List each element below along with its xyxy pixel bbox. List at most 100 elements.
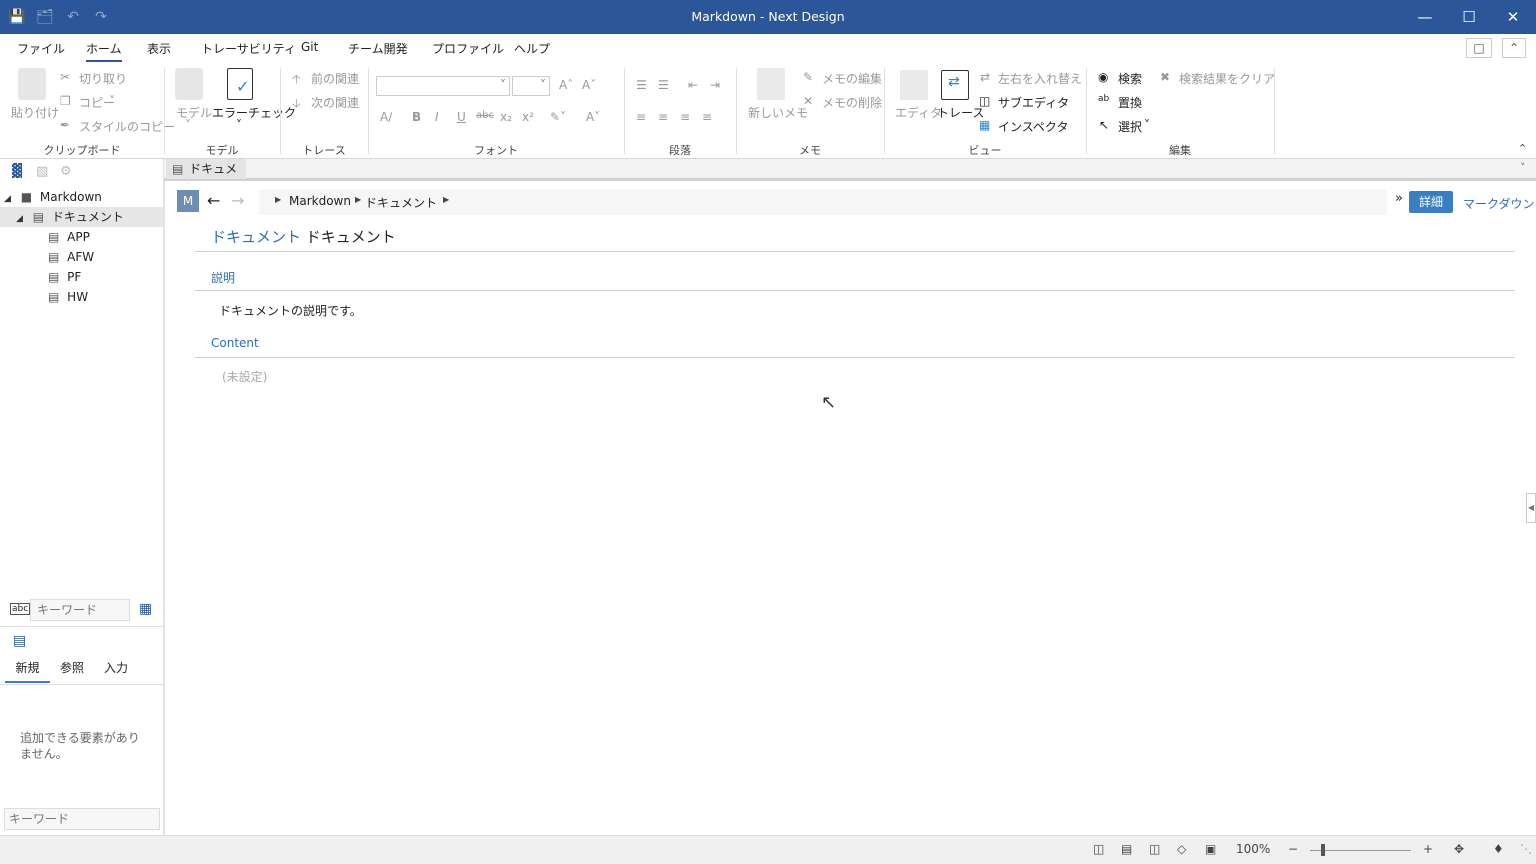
align-left-icon[interactable]: ≡ <box>636 110 646 124</box>
tree-node-app[interactable]: ▤ APP <box>0 227 164 247</box>
content-value[interactable]: (未設定) <box>222 368 267 385</box>
layout-vertical-icon[interactable]: ◫ <box>1149 842 1160 856</box>
font-color-icon[interactable]: A˅ <box>586 110 600 124</box>
menu-profile[interactable]: プロファイル <box>432 40 504 57</box>
next-relation-button[interactable]: 次の関連 <box>311 94 359 111</box>
italic-icon[interactable]: I <box>435 110 439 124</box>
align-center-icon[interactable]: ≡ <box>658 110 668 124</box>
prev-relation-button[interactable]: 前の関連 <box>311 70 359 87</box>
zoom-in-icon[interactable]: + <box>1423 842 1433 856</box>
subscript-icon[interactable]: x₂ <box>500 110 512 124</box>
close-button[interactable]: ✕ <box>1490 0 1536 34</box>
underline-icon[interactable]: U <box>457 110 466 124</box>
fit-screen-icon[interactable]: ✥ <box>1454 842 1464 856</box>
select-button[interactable]: 選択 <box>1118 118 1142 135</box>
maximize-button[interactable]: ☐ <box>1446 0 1492 34</box>
cut-button[interactable]: 切り取り <box>79 70 127 87</box>
tree-node-root[interactable]: ◢ ■ Markdown <box>0 187 164 207</box>
comment-icon[interactable]: □ <box>1466 38 1492 58</box>
zoom-slider[interactable] <box>1310 850 1411 851</box>
collapse-ribbon-icon[interactable]: ⌃ <box>1502 38 1526 58</box>
superscript-icon[interactable]: x² <box>522 110 534 124</box>
chevron-down-icon[interactable]: ˅ <box>185 118 191 132</box>
collapse-right-icon[interactable]: ◀ <box>1526 493 1536 523</box>
swap-button[interactable]: 左右を入れ替え <box>998 70 1082 87</box>
chevron-up-icon[interactable]: ⌃ <box>1518 142 1527 155</box>
bullet-list-icon[interactable]: ☰ <box>636 78 647 92</box>
tree-keyword-input[interactable] <box>30 599 130 621</box>
tree-node-afw[interactable]: ▤ AFW <box>0 247 164 267</box>
chevron-down-icon[interactable]: ˅ <box>236 118 242 132</box>
grow-font-icon[interactable]: Aˆ <box>559 78 573 92</box>
layout-horizontal-icon[interactable]: ▤ <box>1121 842 1132 856</box>
justify-icon[interactable]: ≡ <box>702 110 712 124</box>
delete-memo-button[interactable]: メモの削除 <box>822 94 882 111</box>
align-right-icon[interactable]: ≡ <box>680 110 690 124</box>
menu-team[interactable]: チーム開発 <box>348 40 408 57</box>
subeditor-button[interactable]: サブエディタ <box>998 94 1069 111</box>
subeditor-icon: ◫ <box>979 94 991 108</box>
tab-document[interactable]: ▤ ドキュメント <box>166 159 246 196</box>
layout-single-icon[interactable]: ◫ <box>1093 842 1104 856</box>
menu-home[interactable]: ホーム <box>86 40 122 62</box>
markdown-link[interactable]: マークダウン <box>1463 195 1535 212</box>
menu-view[interactable]: 表示 <box>147 40 171 57</box>
filter-options-icon[interactable]: ▦ <box>139 601 152 617</box>
font-family-select[interactable]: ˅ <box>376 76 510 96</box>
breadcrumb-item-document[interactable]: ドキュメント <box>365 194 437 211</box>
back-icon[interactable]: ← <box>207 191 220 210</box>
expand-icon[interactable]: ◢ <box>4 194 11 204</box>
clear-results-button[interactable]: 検索結果をクリア <box>1179 70 1275 87</box>
minimize-button[interactable]: — <box>1402 0 1448 34</box>
notification-bell-icon[interactable]: ♦ <box>1493 842 1504 856</box>
fit-icon[interactable]: ▣ <box>1205 842 1216 856</box>
outdent-icon[interactable]: ⇤ <box>688 78 698 92</box>
settings-icon[interactable]: ⚙ <box>60 164 72 179</box>
paste-model-icon[interactable]: ▧ <box>36 164 48 179</box>
tree-node-pf[interactable]: ▤ PF <box>0 267 164 287</box>
chevron-down-icon[interactable]: ˅ <box>1144 118 1150 132</box>
model-button[interactable]: モデル <box>176 104 212 121</box>
bold-icon[interactable]: B <box>412 110 421 124</box>
overflow-icon[interactable]: » <box>1395 191 1403 206</box>
page-title: ドキュメント ドキュメント <box>211 226 396 247</box>
replace-button[interactable]: 置換 <box>1118 94 1142 111</box>
shrink-font-icon[interactable]: Aˇ <box>582 78 596 92</box>
tab-reference[interactable]: 参照 <box>60 659 84 676</box>
menu-git[interactable]: Git <box>301 40 318 54</box>
expand-icon[interactable]: ◢ <box>16 214 23 224</box>
editor-button[interactable]: エディタ <box>895 104 942 121</box>
breadcrumb-item-markdown[interactable]: Markdown <box>289 194 351 208</box>
menu-file[interactable]: ファイル <box>17 40 65 57</box>
menu-help[interactable]: ヘルプ <box>514 40 550 57</box>
menu-traceability[interactable]: トレーサビリティ <box>201 40 296 57</box>
clear-format-icon[interactable]: A∕ <box>380 110 392 124</box>
tab-new[interactable]: 新規 <box>5 659 50 683</box>
indent-icon[interactable]: ⇥ <box>710 78 720 92</box>
chevron-down-icon[interactable]: ˅ <box>1520 161 1526 174</box>
font-size-select[interactable]: ˅ <box>512 76 550 96</box>
error-check-button[interactable]: エラーチェック <box>212 104 296 121</box>
model-tree-icon[interactable]: ▓ <box>12 164 22 179</box>
search-button[interactable]: 検索 <box>1118 70 1142 87</box>
tree-node-document[interactable]: ◢ ▤ ドキュメント <box>0 207 164 227</box>
trace-view-button[interactable]: トレース <box>937 104 984 121</box>
copy-style-button[interactable]: スタイルのコピー <box>79 118 175 135</box>
forward-icon[interactable]: → <box>231 191 244 210</box>
edit-memo-button[interactable]: メモの編集 <box>822 70 882 87</box>
paste-button[interactable]: 貼り付け <box>11 104 59 121</box>
tab-input[interactable]: 入力 <box>104 659 128 676</box>
chevron-down-icon[interactable]: ˅ <box>109 94 115 108</box>
detail-button[interactable]: 詳細 <box>1409 191 1453 213</box>
layout-float-icon[interactable]: ◇ <box>1177 842 1186 856</box>
highlight-icon[interactable]: ✎˅ <box>550 110 566 124</box>
tree-node-hw[interactable]: ▤ HW <box>0 287 164 307</box>
numbered-list-icon[interactable]: ☰ <box>658 78 669 92</box>
strikethrough-icon[interactable]: abc <box>476 110 494 121</box>
new-memo-button[interactable]: 新しいメモ <box>748 104 808 121</box>
inspector-button[interactable]: インスペクタ <box>998 118 1068 135</box>
description-text[interactable]: ドキュメントの説明です。 <box>219 302 362 319</box>
zoom-out-icon[interactable]: − <box>1288 842 1298 856</box>
zoom-slider-thumb[interactable] <box>1321 844 1325 856</box>
toolbox-keyword-input[interactable] <box>4 808 160 830</box>
